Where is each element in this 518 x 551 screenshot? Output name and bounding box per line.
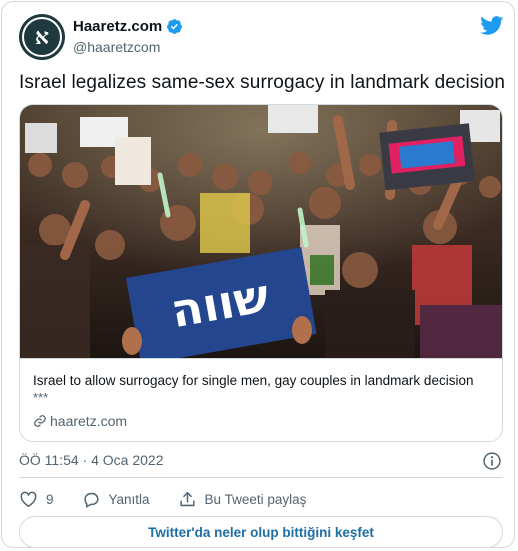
tweet-embed-card: א Haaretz.com @haaretzcom Israel legaliz… [1,1,515,548]
account-name-text: Haaretz.com [73,18,163,35]
reply-label: Yanıtla [108,491,150,507]
action-bar: 9 Yanıtla Bu Tweeti paylaş [19,488,306,510]
tweet-text: Israel legalizes same-sex surrogacy in l… [19,72,506,93]
link-card-divider [20,358,502,359]
link-description: *** [33,390,49,405]
link-preview-image: שווה [20,105,502,358]
reply-bubble-icon [83,492,99,508]
heart-icon [20,491,37,507]
account-name[interactable]: Haaretz.com [73,18,183,35]
account-handle[interactable]: @haaretzcom [73,39,160,55]
link-icon [34,415,46,427]
link-title[interactable]: Israel to allow surrogacy for single men… [33,373,473,388]
like-count: 9 [46,491,54,507]
share-button[interactable]: Bu Tweeti paylaş [178,490,307,509]
link-preview-card[interactable]: שווה Israel to allow surrogacy for singl… [19,104,503,442]
link-domain[interactable]: haaretz.com [33,413,127,429]
like-button[interactable]: 9 [19,490,54,509]
link-domain-text: haaretz.com [50,413,128,429]
avatar-letter: א [34,24,50,50]
avatar[interactable]: א [19,14,65,60]
haaretz-logo-icon: א [22,17,62,57]
verified-badge-icon [167,19,183,34]
reply-button[interactable]: Yanıtla [82,490,150,509]
share-icon [179,491,195,506]
explore-button[interactable]: Twitter'da neler olup bittiğini keşfet [19,516,503,548]
info-icon[interactable] [482,451,502,471]
twitter-bird-icon[interactable] [480,16,504,36]
share-label: Bu Tweeti paylaş [204,491,307,507]
tweet-timestamp[interactable]: ÖÖ 11:54 · 4 Oca 2022 [19,452,164,468]
divider [19,477,503,478]
